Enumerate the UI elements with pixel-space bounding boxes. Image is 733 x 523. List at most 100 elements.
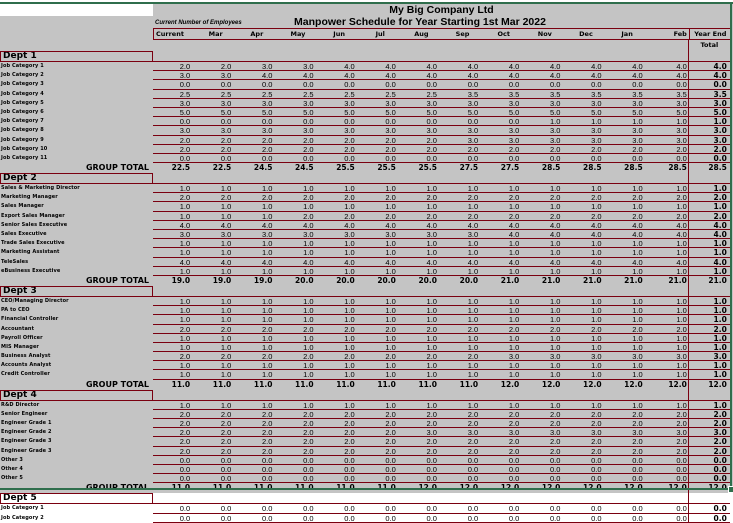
value-cell-jul[interactable]: 2.0 (359, 136, 400, 145)
value-cell-feb[interactable]: 1.0 (647, 370, 688, 379)
year-end-total-cell[interactable]: 2.0 (687, 437, 730, 446)
year-end-total-cell[interactable]: 0.0 (687, 153, 730, 163)
value-cell-dec[interactable]: 3.5 (564, 90, 605, 99)
value-cell-apr[interactable]: 1.0 (235, 401, 276, 410)
value-cell-jul[interactable]: 2.0 (359, 193, 400, 202)
year-end-total-cell[interactable]: 5.0 (687, 107, 730, 117)
value-cell-oct[interactable]: 4.0 (482, 221, 523, 230)
value-cell-feb[interactable]: 3.0 (647, 126, 688, 135)
value-cell-oct[interactable]: 1.0 (482, 361, 523, 370)
value-cell-current[interactable]: 2.5 (153, 90, 194, 99)
value-cell-jan[interactable]: 2.0 (606, 410, 647, 419)
value-cell-feb[interactable]: 2.0 (647, 419, 688, 428)
value-cell-may[interactable]: 5.0 (276, 108, 317, 117)
dept-name[interactable]: Dept 2 (0, 173, 153, 185)
value-cell-current[interactable]: 0.0 (153, 504, 194, 513)
row-label[interactable]: Sales Executive (0, 230, 153, 239)
group-total-cell[interactable]: 28.5 (647, 163, 688, 173)
value-cell-feb[interactable]: 2.0 (647, 145, 688, 154)
value-cell-nov[interactable]: 3.0 (523, 428, 564, 437)
value-cell-aug[interactable]: 3.0 (400, 230, 441, 239)
value-cell-current[interactable]: 1.0 (153, 370, 194, 379)
value-cell-oct[interactable]: 0.0 (482, 456, 523, 465)
value-cell-aug[interactable]: 4.0 (400, 62, 441, 71)
value-cell-oct[interactable]: 1.0 (482, 306, 523, 315)
value-cell-dec[interactable]: 3.0 (564, 428, 605, 437)
value-cell-jul[interactable]: 3.0 (359, 126, 400, 135)
value-cell-jun[interactable]: 4.0 (318, 71, 359, 80)
value-cell-mar[interactable]: 1.0 (194, 267, 235, 276)
value-cell-jun[interactable]: 1.0 (318, 343, 359, 352)
value-cell-dec[interactable]: 1.0 (564, 401, 605, 410)
value-cell-oct[interactable]: 2.0 (482, 410, 523, 419)
group-total-cell[interactable]: 19.0 (235, 276, 276, 286)
dept-name[interactable]: Dept 5 (0, 493, 153, 505)
value-cell-dec[interactable]: 1.0 (564, 267, 605, 276)
value-cell-oct[interactable]: 4.0 (482, 258, 523, 267)
value-cell-mar[interactable]: 3.0 (194, 230, 235, 239)
value-cell-oct[interactable]: 0.0 (482, 504, 523, 513)
value-cell-apr[interactable]: 1.0 (235, 212, 276, 221)
value-cell-oct[interactable]: 1.0 (482, 184, 523, 193)
dept-name[interactable]: Dept 3 (0, 285, 153, 297)
value-cell-nov[interactable]: 3.0 (523, 352, 564, 361)
value-cell-aug[interactable]: 5.0 (400, 108, 441, 117)
value-cell-mar[interactable]: 2.5 (194, 90, 235, 99)
value-cell-dec[interactable]: 2.0 (564, 325, 605, 334)
value-cell-nov[interactable]: 5.0 (523, 108, 564, 117)
value-cell-dec[interactable]: 3.0 (564, 99, 605, 108)
year-end-total-cell[interactable]: 2.0 (687, 211, 730, 221)
value-cell-may[interactable]: 1.0 (276, 370, 317, 379)
value-cell-feb[interactable]: 3.5 (647, 90, 688, 99)
value-cell-jan[interactable]: 1.0 (606, 202, 647, 211)
value-cell-aug[interactable]: 4.0 (400, 258, 441, 267)
value-cell-may[interactable]: 1.0 (276, 334, 317, 343)
value-cell-current[interactable]: 1.0 (153, 361, 194, 370)
value-cell-nov[interactable]: 1.0 (523, 202, 564, 211)
value-cell-may[interactable]: 3.0 (276, 99, 317, 108)
value-cell-apr[interactable]: 0.0 (235, 474, 276, 483)
value-cell-current[interactable]: 1.0 (153, 297, 194, 306)
value-cell-sep[interactable]: 1.0 (441, 184, 482, 193)
value-cell-mar[interactable]: 2.0 (194, 437, 235, 446)
row-label[interactable]: Job Category 1 (0, 504, 153, 513)
row-label[interactable]: CEO/Managing Director (0, 297, 153, 306)
value-cell-jan[interactable]: 1.0 (606, 370, 647, 379)
value-cell-jan[interactable]: 1.0 (606, 315, 647, 324)
value-cell-jul[interactable]: 2.0 (359, 437, 400, 446)
value-cell-jun[interactable]: 0.0 (318, 456, 359, 465)
value-cell-dec[interactable]: 3.0 (564, 136, 605, 145)
value-cell-may[interactable]: 2.0 (276, 419, 317, 428)
value-cell-jun[interactable]: 2.0 (318, 437, 359, 446)
row-label[interactable]: Trade Sales Executive (0, 239, 153, 248)
value-cell-may[interactable]: 3.0 (276, 230, 317, 239)
value-cell-may[interactable]: 1.0 (276, 315, 317, 324)
value-cell-oct[interactable]: 0.0 (482, 514, 523, 523)
value-cell-current[interactable]: 1.0 (153, 212, 194, 221)
value-cell-jul[interactable]: 0.0 (359, 514, 400, 523)
value-cell-nov[interactable]: 4.0 (523, 230, 564, 239)
value-cell-jun[interactable]: 1.0 (318, 306, 359, 315)
row-label[interactable]: Senior Sales Executive (0, 221, 153, 230)
value-cell-nov[interactable]: 4.0 (523, 258, 564, 267)
value-cell-dec[interactable]: 0.0 (564, 504, 605, 513)
value-cell-dec[interactable]: 1.0 (564, 202, 605, 211)
value-cell-jan[interactable]: 3.0 (606, 428, 647, 437)
group-total-cell[interactable]: 12.0 (523, 380, 564, 390)
value-cell-feb[interactable]: 2.0 (647, 325, 688, 334)
value-cell-jan[interactable]: 2.0 (606, 212, 647, 221)
value-cell-jan[interactable]: 5.0 (606, 108, 647, 117)
value-cell-oct[interactable]: 1.0 (482, 267, 523, 276)
value-cell-mar[interactable]: 2.0 (194, 193, 235, 202)
value-cell-nov[interactable]: 4.0 (523, 71, 564, 80)
group-total-cell[interactable]: 24.5 (235, 163, 276, 173)
value-cell-nov[interactable]: 0.0 (523, 154, 564, 163)
value-cell-current[interactable]: 1.0 (153, 343, 194, 352)
column-header-total[interactable]: Total (687, 40, 730, 51)
value-cell-oct[interactable]: 3.0 (482, 136, 523, 145)
year-end-total-cell[interactable]: 4.0 (687, 62, 730, 71)
column-header-current[interactable]: Current (154, 29, 195, 39)
row-label[interactable]: PA to CEO (0, 306, 153, 315)
value-cell-aug[interactable]: 4.0 (400, 71, 441, 80)
value-cell-feb[interactable]: 1.0 (647, 297, 688, 306)
